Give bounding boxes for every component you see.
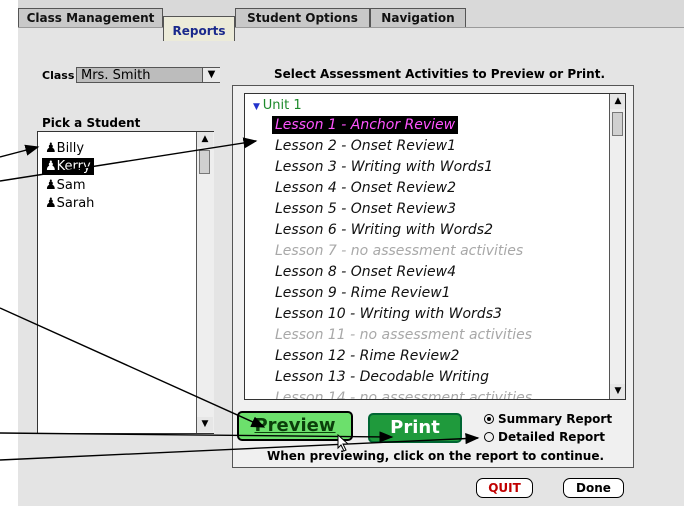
- radio-selected-icon: [484, 414, 494, 424]
- student-item[interactable]: ♟Billy: [42, 140, 87, 157]
- student-name: Sam: [56, 178, 86, 193]
- lesson-item-disabled: Lesson 11 - no assessment activities: [275, 327, 533, 343]
- done-button[interactable]: Done: [563, 478, 624, 498]
- lesson-item-disabled: Lesson 7 - no assessment activities: [275, 243, 524, 259]
- student-name: Kerry: [56, 159, 91, 174]
- student-name: Billy: [56, 141, 85, 156]
- lesson-item[interactable]: Lesson 13 - Decodable Writing: [272, 368, 492, 386]
- lesson-item[interactable]: Lesson 9 - Rime Review1: [272, 284, 454, 302]
- tab-student-options[interactable]: Student Options: [235, 8, 370, 27]
- scroll-thumb[interactable]: [199, 150, 210, 174]
- scroll-down-icon[interactable]: ▼: [610, 384, 625, 399]
- lesson-item-selected[interactable]: Lesson 1 - Anchor Review: [272, 116, 459, 134]
- disclosure-triangle-icon[interactable]: ▼: [253, 102, 263, 112]
- scroll-up-icon[interactable]: ▲: [610, 94, 625, 109]
- quit-button[interactable]: QUIT: [476, 478, 533, 498]
- student-list: ♟Billy ♟Kerry ♟Sam ♟Sarah ▲ ▼: [37, 131, 214, 434]
- scroll-up-icon[interactable]: ▲: [197, 132, 213, 147]
- student-item[interactable]: ♟Sam: [42, 177, 89, 194]
- chevron-down-icon[interactable]: ▼: [202, 68, 220, 82]
- lesson-item-disabled: Lesson 14 - no assessment activities: [275, 390, 533, 400]
- scroll-thumb[interactable]: [612, 112, 623, 136]
- unit-label: Unit 1: [262, 98, 302, 113]
- class-select[interactable]: Mrs. Smith: [76, 67, 220, 83]
- lesson-item[interactable]: Lesson 3 - Writing with Words1: [272, 158, 496, 176]
- preview-button[interactable]: Preview: [237, 411, 353, 441]
- assessment-heading: Select Assessment Activities to Preview …: [274, 67, 606, 81]
- lesson-item[interactable]: Lesson 5 - Onset Review3: [272, 200, 459, 218]
- summary-report-radio[interactable]: Summary Report: [484, 412, 612, 426]
- tab-class-management[interactable]: Class Management: [18, 8, 163, 27]
- lesson-list: ▼ Unit 1 Lesson 1 - Anchor Review Lesson…: [244, 93, 626, 400]
- class-select-value: Mrs. Smith: [81, 68, 151, 83]
- tab-navigation[interactable]: Navigation: [370, 8, 466, 27]
- lesson-list-scrollbar[interactable]: ▲ ▼: [609, 94, 625, 399]
- lesson-item[interactable]: Lesson 8 - Onset Review4: [272, 263, 459, 281]
- scroll-down-icon[interactable]: ▼: [197, 417, 213, 432]
- tab-reports[interactable]: Reports: [163, 16, 235, 41]
- student-item[interactable]: ♟Sarah: [42, 195, 97, 212]
- detailed-report-radio[interactable]: Detailed Report: [484, 430, 605, 444]
- summary-report-label: Summary Report: [498, 412, 613, 426]
- mouse-pointer-icon: [337, 434, 350, 452]
- lesson-item[interactable]: Lesson 2 - Onset Review1: [272, 137, 459, 155]
- detailed-report-label: Detailed Report: [498, 430, 605, 444]
- radio-empty-icon: [484, 432, 494, 442]
- print-button[interactable]: Print: [368, 413, 462, 443]
- lesson-item[interactable]: Lesson 6 - Writing with Words2: [272, 221, 496, 239]
- student-list-scrollbar[interactable]: ▲ ▼: [196, 132, 214, 433]
- lesson-item[interactable]: Lesson 10 - Writing with Words3: [272, 305, 505, 323]
- preview-hint: When previewing, click on the report to …: [267, 449, 605, 463]
- class-label: Class: [42, 69, 75, 82]
- unit-header[interactable]: ▼ Unit 1: [253, 97, 302, 116]
- student-item-selected[interactable]: ♟Kerry: [42, 158, 94, 175]
- student-list-heading: Pick a Student: [42, 116, 141, 130]
- lesson-item[interactable]: Lesson 4 - Onset Review2: [272, 179, 459, 197]
- lesson-item[interactable]: Lesson 12 - Rime Review2: [272, 347, 462, 365]
- student-name: Sarah: [56, 196, 95, 211]
